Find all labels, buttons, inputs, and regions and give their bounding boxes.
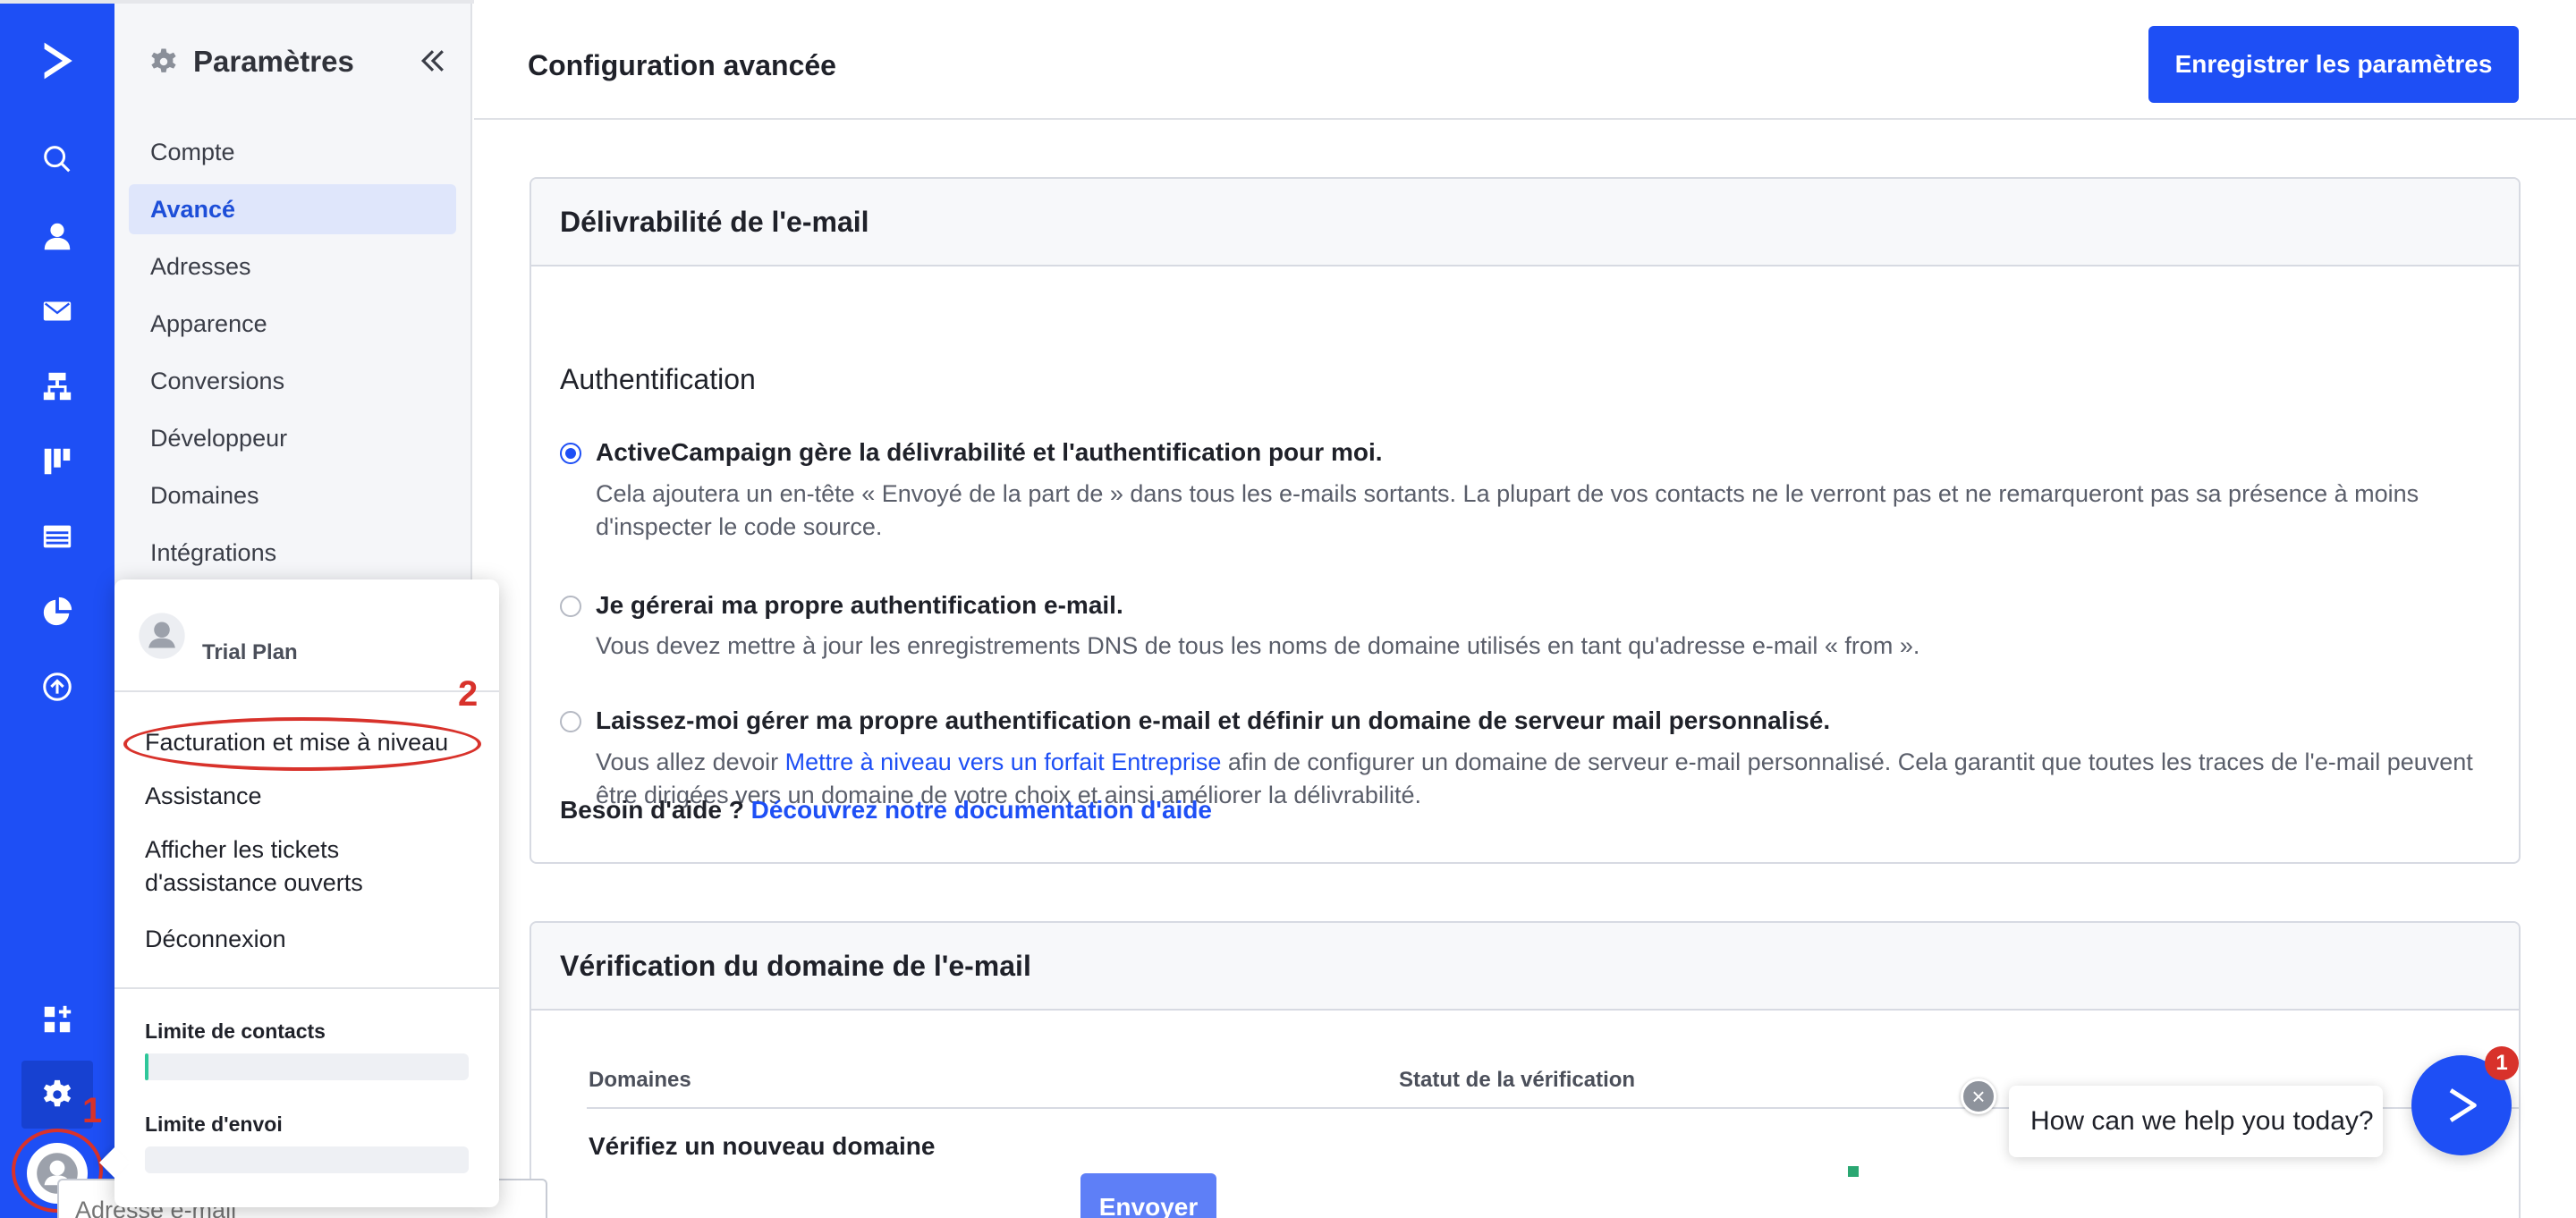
auth-option-custom-radio[interactable] — [560, 711, 581, 732]
automations-icon[interactable] — [30, 359, 84, 413]
sidebar-item-conversions[interactable]: Conversions — [129, 356, 456, 406]
reports-icon[interactable] — [30, 585, 84, 639]
menu-item-open-tickets[interactable]: Afficher les tickets d'assistance ouvert… — [145, 833, 413, 900]
contact-limit-fill — [145, 1053, 148, 1080]
authentication-section-title: Authentification — [560, 363, 756, 395]
upgrade-enterprise-link[interactable]: Mettre à niveau vers un forfait Entrepri… — [785, 749, 1222, 775]
page-header: Configuration avancée Enregistrer les pa… — [474, 0, 2576, 120]
chat-close-icon[interactable]: × — [1961, 1078, 1996, 1114]
auth-option-custom-label[interactable]: Laissez-moi gérer ma propre authentifica… — [596, 706, 1830, 735]
column-header-domains: Domaines — [589, 1068, 691, 1092]
activecampaign-logo-icon[interactable] — [30, 34, 84, 88]
help-documentation-link[interactable]: Découvrez notre documentation d'aide — [751, 796, 1212, 824]
menu-divider — [114, 987, 499, 989]
email-campaigns-icon[interactable] — [30, 284, 84, 338]
sidebar-item-integrations[interactable]: Intégrations — [129, 528, 456, 578]
auth-option-own-radio[interactable] — [560, 596, 581, 617]
left-navigation-rail — [0, 0, 114, 1218]
menu-avatar-icon — [139, 613, 185, 659]
auth-option-managed-label[interactable]: ActiveCampaign gère la délivrabilité et … — [596, 438, 1383, 467]
gear-icon — [43, 1079, 72, 1107]
save-settings-button[interactable]: Enregistrer les paramètres — [2148, 26, 2519, 103]
collapse-sidebar-icon[interactable] — [417, 45, 449, 77]
auth-option-managed-radio[interactable] — [560, 443, 581, 464]
send-limit-bar — [145, 1146, 469, 1173]
verify-new-domain-label: Vérifiez un nouveau domaine — [589, 1132, 936, 1160]
apps-add-icon[interactable] — [30, 993, 84, 1046]
domain-verification-card-title: Vérification du domaine de l'e-mail — [531, 923, 2519, 1011]
main-content: Délivrabilité de l'e-mail Authentificati… — [474, 122, 2576, 1218]
chat-logo-icon — [2449, 1088, 2477, 1122]
annotation-marker-1: 1 — [82, 1091, 103, 1130]
sidebar-item-developpeur[interactable]: Développeur — [129, 413, 456, 463]
auth-option-custom-desc-before: Vous allez devoir — [596, 749, 785, 775]
page-title: Configuration avancée — [528, 49, 836, 81]
sidebar-item-avance[interactable]: Avancé — [129, 184, 456, 234]
auth-option-managed-desc: Cela ajoutera un en-tête « Envoyé de la … — [596, 480, 2419, 540]
help-prefix: Besoin d'aide ? — [560, 796, 751, 824]
status-indicator — [1848, 1166, 1859, 1177]
help-line: Besoin d'aide ? Découvrez notre document… — [560, 796, 1212, 825]
account-menu-popup: Trial Plan Facturation et mise à niveau … — [114, 579, 499, 1207]
plan-name: Trial Plan — [202, 640, 298, 664]
send-limit-label: Limite d'envoi — [145, 1112, 283, 1136]
sidebar-item-domaines[interactable]: Domaines — [129, 470, 456, 520]
sidebar-item-compte[interactable]: Compte — [129, 127, 456, 177]
menu-item-logout[interactable]: Déconnexion — [145, 923, 286, 956]
auth-option-own-desc: Vous devez mettre à jour les enregistrem… — [596, 632, 1920, 659]
settings-gear-icon — [151, 48, 176, 72]
annotation-circle-billing — [123, 717, 481, 771]
annotation-marker-2: 2 — [458, 674, 479, 714]
sidebar-item-adresses[interactable]: Adresses — [129, 241, 456, 292]
auth-option-own-label[interactable]: Je gérerai ma propre authentification e-… — [596, 591, 1123, 620]
sidebar-item-apparence[interactable]: Apparence — [129, 299, 456, 349]
upgrade-icon[interactable] — [30, 660, 84, 714]
contacts-icon[interactable] — [30, 209, 84, 263]
menu-divider — [114, 690, 499, 692]
chat-prompt-bubble[interactable]: How can we help you today? — [2009, 1086, 2383, 1157]
sidebar-title: Paramètres — [193, 45, 354, 78]
deliverability-card-title: Délivrabilité de l'e-mail — [531, 179, 2519, 266]
deliverability-card: Délivrabilité de l'e-mail Authentificati… — [530, 177, 2521, 864]
menu-item-support[interactable]: Assistance — [145, 780, 262, 813]
search-icon[interactable] — [30, 132, 84, 186]
send-button[interactable]: Envoyer — [1080, 1173, 1216, 1218]
contact-limit-label: Limite de contacts — [145, 1019, 326, 1043]
contact-limit-bar — [145, 1053, 469, 1080]
chat-notification-badge: 1 — [2485, 1046, 2519, 1080]
websites-icon[interactable] — [30, 510, 84, 563]
column-header-verification-status: Statut de la vérification — [1399, 1068, 1636, 1092]
deals-pipeline-icon[interactable] — [30, 435, 84, 488]
